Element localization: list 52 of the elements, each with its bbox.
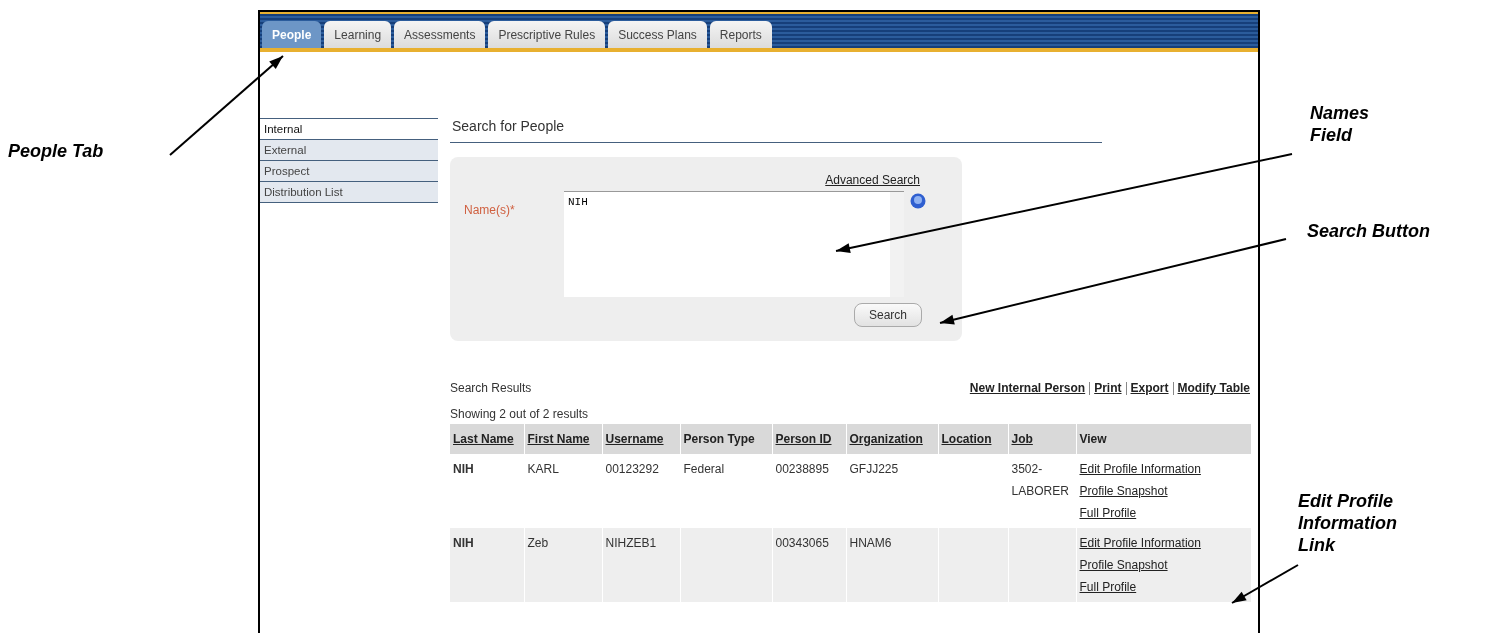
view-link[interactable]: Full Profile <box>1079 506 1137 520</box>
names-label: Name(s)* <box>463 202 516 217</box>
callout-label: Names Field <box>1310 102 1371 146</box>
table-cell: Zeb <box>527 536 549 550</box>
column-header[interactable]: Location <box>938 424 1008 454</box>
column-header: View <box>1076 424 1252 454</box>
tab[interactable]: Reports <box>709 21 772 48</box>
column-header[interactable]: Last Name <box>450 424 524 454</box>
table-cell: 3502-LABORER <box>1011 462 1069 498</box>
callout-label: Search Button <box>1307 220 1431 242</box>
help-icon[interactable] <box>910 193 926 209</box>
table-cell: 00123292 <box>605 462 659 476</box>
scrollbar[interactable] <box>890 191 904 297</box>
view-link[interactable]: Edit Profile Information <box>1079 462 1201 476</box>
action-link[interactable]: New Internal Person <box>969 381 1086 395</box>
advanced-search-link[interactable]: Advanced Search <box>825 173 920 187</box>
table-cell: HNAM6 <box>849 536 892 550</box>
search-button[interactable]: Search <box>853 303 922 327</box>
view-link[interactable]: Full Profile <box>1079 580 1137 594</box>
table-cell: KARL <box>527 462 559 476</box>
tab[interactable]: Prescriptive Rules <box>488 21 606 48</box>
tab[interactable]: Success Plans <box>608 21 707 48</box>
table-cell: NIH <box>453 536 474 550</box>
results-title: Search Results <box>450 381 532 395</box>
table-cell: 00343065 <box>775 536 829 550</box>
table-cell: NIH <box>453 462 474 476</box>
callout-label: Edit Profile Information Link <box>1298 490 1398 556</box>
sidebar-item[interactable]: External <box>260 140 438 161</box>
table-cell: NIHZEB1 <box>605 536 657 550</box>
column-header[interactable]: Person ID <box>772 424 846 454</box>
column-header[interactable]: Job <box>1008 424 1076 454</box>
table-cell: GFJJ225 <box>849 462 899 476</box>
view-link[interactable]: Edit Profile Information <box>1079 536 1201 550</box>
callout-label: People Tab <box>8 140 105 162</box>
view-link[interactable]: Profile Snapshot <box>1079 484 1168 498</box>
tab[interactable]: Learning <box>324 21 392 48</box>
column-header: Person Type <box>680 424 772 454</box>
column-header[interactable]: Organization <box>846 424 938 454</box>
view-link[interactable]: Profile Snapshot <box>1079 558 1168 572</box>
column-header[interactable]: First Name <box>524 424 602 454</box>
action-link[interactable]: Modify Table <box>1177 381 1250 395</box>
action-link[interactable]: Print <box>1094 381 1122 395</box>
action-link[interactable]: Export <box>1130 381 1169 395</box>
tab[interactable]: Assessments <box>394 21 486 48</box>
names-field[interactable]: NIH <box>564 191 890 297</box>
sidebar-item[interactable]: Prospect <box>260 161 438 182</box>
results-count: Showing 2 out of 2 results <box>450 407 590 421</box>
sidebar-item[interactable]: Distribution List <box>260 182 438 203</box>
table-cell: Federal <box>683 462 725 476</box>
table-cell: 00238895 <box>775 462 829 476</box>
column-header[interactable]: Username <box>602 424 680 454</box>
page-title: Search for People <box>450 102 1102 143</box>
